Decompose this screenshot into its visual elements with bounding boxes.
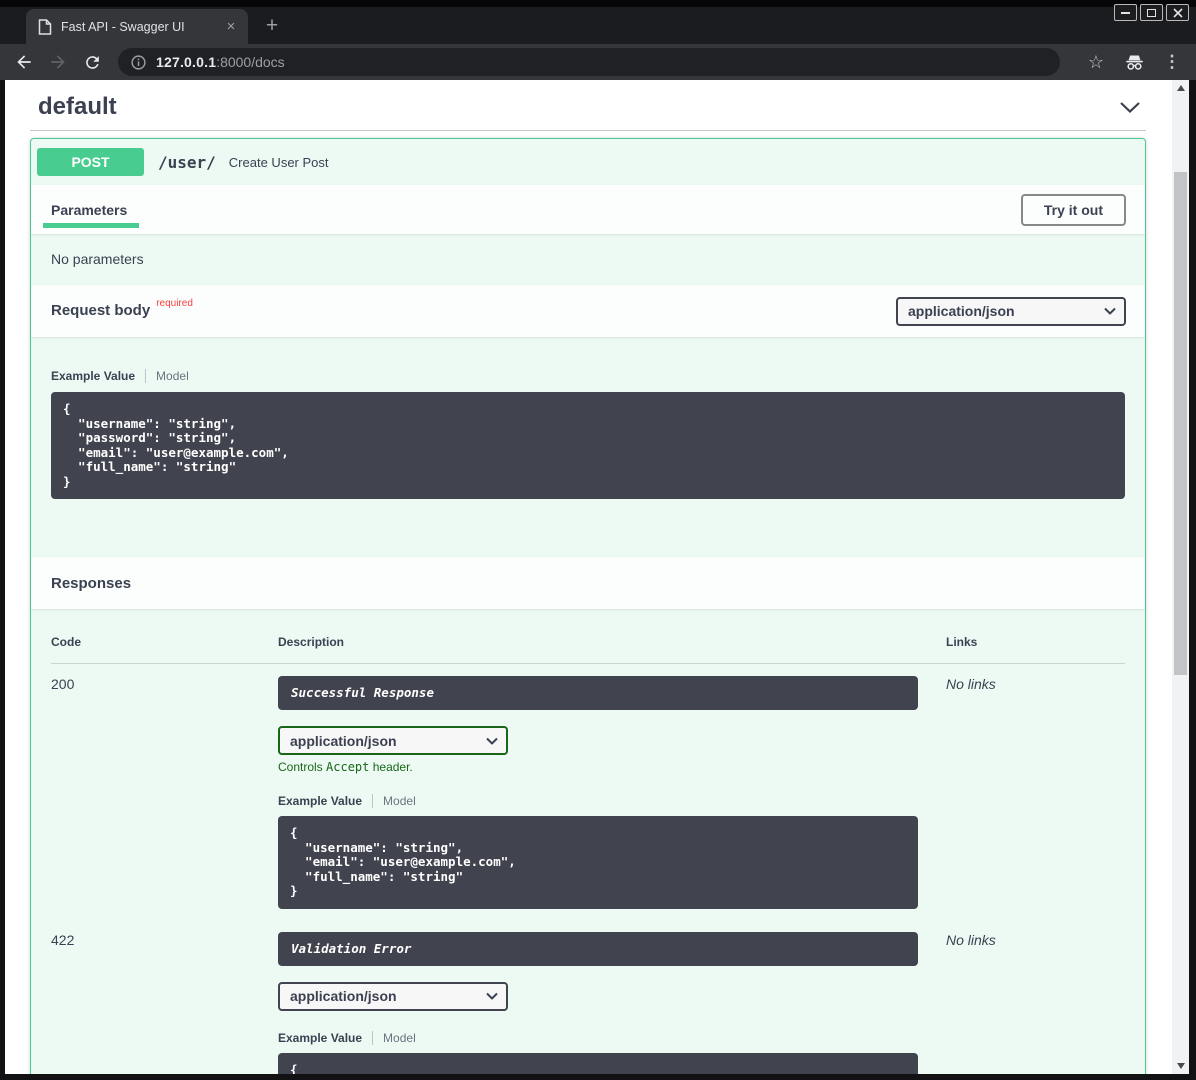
browser-tab[interactable]: Fast API - Swagger UI × xyxy=(26,9,248,44)
response-description-block: Validation Error xyxy=(278,932,918,966)
close-button[interactable] xyxy=(1166,4,1189,21)
responses-table: Code Description Links 200 Successful Re… xyxy=(31,609,1145,1074)
responses-header: Responses xyxy=(31,557,1145,609)
address-bar[interactable]: 127.0.0.1:8000/docs xyxy=(118,48,1060,76)
response-code: 200 xyxy=(51,676,278,920)
response-links: No links xyxy=(946,932,1125,1075)
tab-model[interactable]: Model xyxy=(383,1031,416,1045)
column-header-code: Code xyxy=(51,635,278,649)
response-code: 422 xyxy=(51,932,278,1075)
close-icon xyxy=(1173,8,1183,18)
forward-button[interactable] xyxy=(46,50,70,74)
response-links: No links xyxy=(946,676,1125,920)
menu-button[interactable]: ⋮ xyxy=(1160,50,1184,74)
incognito-icon xyxy=(1122,50,1146,74)
controls-accept-note: Controls Accept header. xyxy=(278,760,946,774)
url-host: 127.0.0.1 xyxy=(156,54,216,70)
try-it-out-button[interactable]: Try it out xyxy=(1021,194,1126,226)
request-body-example-json: { "username": "string", "password": "str… xyxy=(51,392,1125,499)
page-content: default POST /user/ Create User Post Par… xyxy=(5,80,1172,1074)
back-arrow-icon xyxy=(14,52,34,72)
endpoint-summary: Create User Post xyxy=(229,155,329,170)
column-header-links: Links xyxy=(946,635,1125,649)
response-description-cell: Validation Error application/json xyxy=(278,932,946,1075)
tab-strip: Fast API - Swagger UI × + xyxy=(0,0,1196,44)
url-path: :8000/docs xyxy=(216,54,285,70)
tab-example-value[interactable]: Example Value xyxy=(51,369,135,383)
tab-separator xyxy=(145,369,146,383)
request-body-section: Example Value Model { "username": "strin… xyxy=(31,337,1145,557)
response-200-example-json: { "username": "string", "email": "user@e… xyxy=(278,816,918,909)
responses-table-head: Code Description Links xyxy=(51,635,1125,664)
tab-model[interactable]: Model xyxy=(156,369,189,383)
forward-arrow-icon xyxy=(48,52,68,72)
response-422-example-json: { "detail": [ xyxy=(278,1053,918,1075)
scroll-down-button[interactable] xyxy=(1172,1058,1189,1074)
tab-separator xyxy=(372,794,373,808)
response-description-cell: Successful Response application/json C xyxy=(278,676,946,920)
bookmark-star-button[interactable]: ☆ xyxy=(1084,50,1108,74)
back-button[interactable] xyxy=(12,50,36,74)
tab-separator xyxy=(372,1031,373,1045)
maximize-icon xyxy=(1147,9,1156,17)
scroll-up-button[interactable] xyxy=(1172,80,1189,96)
page-title: default xyxy=(38,93,117,121)
request-body-title: Request body xyxy=(51,302,150,319)
operation-summary[interactable]: POST /user/ Create User Post xyxy=(31,139,1145,185)
response-description-block: Successful Response xyxy=(278,676,918,710)
example-model-tabs: Example Value Model xyxy=(51,369,1125,383)
response-row-200: 200 Successful Response application/json xyxy=(51,664,1125,920)
request-body-header: Request body required application/json xyxy=(31,285,1145,337)
page-scrollbar[interactable] xyxy=(1172,80,1189,1074)
window-controls xyxy=(1114,4,1189,21)
request-body-media-type-select[interactable]: application/json xyxy=(896,297,1126,326)
minimize-button[interactable] xyxy=(1114,4,1137,21)
opblock-post-user: POST /user/ Create User Post Parameters … xyxy=(30,138,1146,1074)
new-tab-button[interactable]: + xyxy=(260,15,284,39)
endpoint-path: /user/ xyxy=(158,153,216,172)
tab-close-icon[interactable]: × xyxy=(222,18,240,36)
responses-title: Responses xyxy=(51,575,131,592)
scrollbar-thumb[interactable] xyxy=(1174,172,1187,675)
site-info-icon[interactable] xyxy=(130,54,147,71)
maximize-button[interactable] xyxy=(1140,4,1163,21)
divider xyxy=(30,130,1146,131)
browser-toolbar: 127.0.0.1:8000/docs ☆ ⋮ xyxy=(0,44,1196,80)
active-tab-underline xyxy=(43,223,139,228)
tab-parameters[interactable]: Parameters xyxy=(51,202,127,218)
no-parameters-text: No parameters xyxy=(31,234,1145,285)
response-200-media-type-select[interactable]: application/json xyxy=(278,726,508,755)
reload-button[interactable] xyxy=(80,50,104,74)
scroll-down-icon xyxy=(1177,1063,1185,1069)
example-model-tabs: Example Value Model xyxy=(278,1031,946,1045)
api-group-header[interactable]: default xyxy=(30,80,1146,130)
tab-title: Fast API - Swagger UI xyxy=(61,20,222,34)
chevron-down-icon[interactable] xyxy=(1119,101,1141,114)
column-header-description: Description xyxy=(278,635,946,649)
reload-icon xyxy=(83,53,102,72)
response-row-422: 422 Validation Error application/json xyxy=(51,920,1125,1075)
tab-example-value[interactable]: Example Value xyxy=(278,794,362,808)
minimize-icon xyxy=(1121,12,1130,14)
parameters-header: Parameters Try it out xyxy=(31,185,1145,234)
tab-model[interactable]: Model xyxy=(383,794,416,808)
page-favicon-icon xyxy=(38,19,52,35)
required-badge: required xyxy=(156,298,193,309)
scroll-up-icon xyxy=(1177,85,1185,91)
tab-example-value[interactable]: Example Value xyxy=(278,1031,362,1045)
method-badge: POST xyxy=(37,148,144,176)
example-model-tabs: Example Value Model xyxy=(278,794,946,808)
response-422-media-type-select[interactable]: application/json xyxy=(278,982,508,1011)
